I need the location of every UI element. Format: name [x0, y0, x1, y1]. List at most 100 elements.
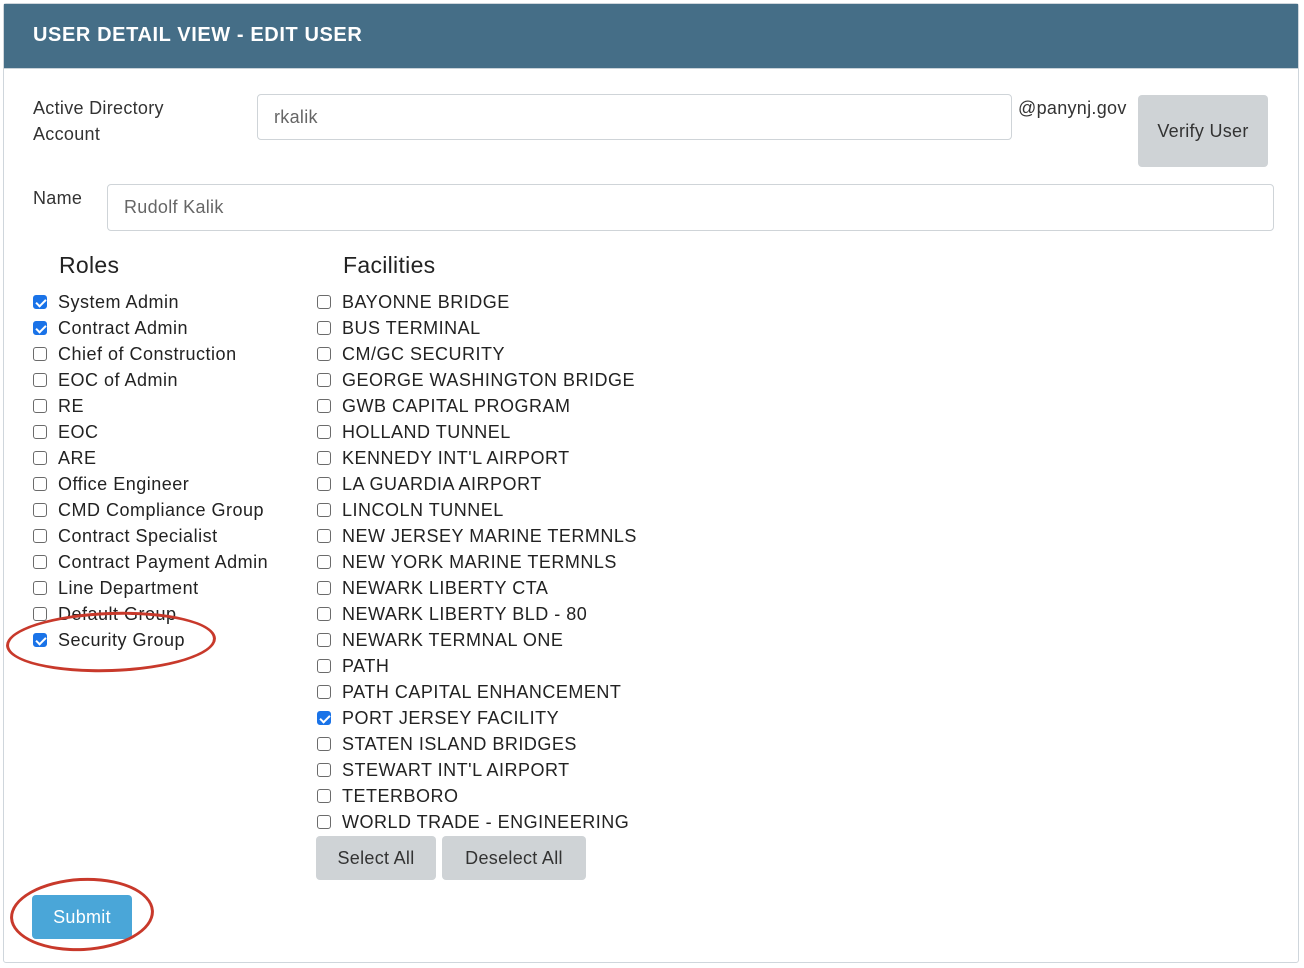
role-item-are[interactable]: ARE: [33, 445, 268, 471]
facility-item-cm-gc-security[interactable]: CM/GC SECURITY: [317, 341, 637, 367]
facilities-list: BAYONNE BRIDGE BUS TERMINAL CM/GC SECURITY…: [317, 289, 637, 835]
facility-label: STATEN ISLAND BRIDGES: [342, 733, 577, 754]
facility-item-newark-liberty-bld-80[interactable]: NEWARK LIBERTY BLD - 80: [317, 601, 637, 627]
facility-label: GWB CAPITAL PROGRAM: [342, 395, 571, 416]
role-checkbox[interactable]: [33, 295, 47, 309]
submit-button[interactable]: Submit: [32, 895, 132, 939]
facility-item-newark-termnal-one[interactable]: NEWARK TERMNAL ONE: [317, 627, 637, 653]
facility-item-newark-liberty-cta[interactable]: NEWARK LIBERTY CTA: [317, 575, 637, 601]
role-checkbox[interactable]: [33, 503, 47, 517]
role-item-system-admin[interactable]: System Admin: [33, 289, 268, 315]
facility-checkbox[interactable]: [317, 373, 331, 387]
role-label: Line Department: [58, 577, 199, 598]
facility-item-lincoln-tunnel[interactable]: LINCOLN TUNNEL: [317, 497, 637, 523]
facility-checkbox[interactable]: [317, 295, 331, 309]
facility-label: BUS TERMINAL: [342, 317, 481, 338]
facility-label: BAYONNE BRIDGE: [342, 291, 510, 312]
role-checkbox[interactable]: [33, 477, 47, 491]
facility-checkbox[interactable]: [317, 581, 331, 595]
facility-checkbox[interactable]: [317, 607, 331, 621]
facilities-title: Facilities: [343, 252, 436, 278]
role-item-contract-admin[interactable]: Contract Admin: [33, 315, 268, 341]
facility-checkbox[interactable]: [317, 451, 331, 465]
facility-item-george-washington-bridge[interactable]: GEORGE WASHINGTON BRIDGE: [317, 367, 637, 393]
deselect-all-button[interactable]: Deselect All: [442, 836, 586, 880]
facility-item-bus-terminal[interactable]: BUS TERMINAL: [317, 315, 637, 341]
role-item-line-department[interactable]: Line Department: [33, 575, 268, 601]
role-checkbox[interactable]: [33, 451, 47, 465]
role-item-eoc-of-admin[interactable]: EOC of Admin: [33, 367, 268, 393]
role-item-chief-of-construction[interactable]: Chief of Construction: [33, 341, 268, 367]
facility-item-bayonne-bridge[interactable]: BAYONNE BRIDGE: [317, 289, 637, 315]
facility-item-la-guardia-airport[interactable]: LA GUARDIA AIRPORT: [317, 471, 637, 497]
role-item-contract-payment-admin[interactable]: Contract Payment Admin: [33, 549, 268, 575]
facility-checkbox[interactable]: [317, 425, 331, 439]
facility-checkbox[interactable]: [317, 685, 331, 699]
facility-checkbox[interactable]: [317, 477, 331, 491]
role-checkbox[interactable]: [33, 373, 47, 387]
role-checkbox[interactable]: [33, 555, 47, 569]
role-label: Default Group: [58, 603, 177, 624]
ad-account-input[interactable]: [257, 94, 1012, 140]
facility-item-path[interactable]: PATH: [317, 653, 637, 679]
facility-item-kennedy-int-l-airport[interactable]: KENNEDY INT'L AIRPORT: [317, 445, 637, 471]
role-label: Office Engineer: [58, 473, 190, 494]
role-item-office-engineer[interactable]: Office Engineer: [33, 471, 268, 497]
facility-item-stewart-int-l-airport[interactable]: STEWART INT'L AIRPORT: [317, 757, 637, 783]
name-input[interactable]: [107, 184, 1274, 231]
roles-list: System Admin Contract Admin Chief of Const…: [33, 289, 268, 653]
facility-label: TETERBORO: [342, 785, 459, 806]
facility-label: CM/GC SECURITY: [342, 343, 506, 364]
role-item-default-group[interactable]: Default Group: [33, 601, 268, 627]
role-checkbox[interactable]: [33, 425, 47, 439]
name-label: Name: [33, 188, 83, 208]
facility-label: NEW YORK MARINE TERMNLS: [342, 551, 617, 572]
role-checkbox[interactable]: [33, 347, 47, 361]
facility-checkbox[interactable]: [317, 711, 331, 725]
role-item-security-group[interactable]: Security Group: [33, 627, 268, 653]
facility-item-staten-island-bridges[interactable]: STATEN ISLAND BRIDGES: [317, 731, 637, 757]
role-label: Contract Payment Admin: [58, 551, 269, 572]
facility-checkbox[interactable]: [317, 347, 331, 361]
role-item-re[interactable]: RE: [33, 393, 268, 419]
role-checkbox[interactable]: [33, 321, 47, 335]
role-checkbox[interactable]: [33, 607, 47, 621]
facility-label: WORLD TRADE - ENGINEERING: [342, 811, 630, 832]
roles-title: Roles: [59, 252, 120, 278]
select-all-button[interactable]: Select All: [316, 836, 436, 880]
facility-label: NEW JERSEY MARINE TERMNLS: [342, 525, 637, 546]
facility-label: STEWART INT'L AIRPORT: [342, 759, 570, 780]
role-item-eoc[interactable]: EOC: [33, 419, 268, 445]
facility-item-new-jersey-marine-termnls[interactable]: NEW JERSEY MARINE TERMNLS: [317, 523, 637, 549]
facility-checkbox[interactable]: [317, 555, 331, 569]
facility-checkbox[interactable]: [317, 737, 331, 751]
role-checkbox[interactable]: [33, 633, 47, 647]
facility-checkbox[interactable]: [317, 815, 331, 829]
role-checkbox[interactable]: [33, 581, 47, 595]
facility-item-world-trade-engineering[interactable]: WORLD TRADE - ENGINEERING: [317, 809, 637, 835]
role-checkbox[interactable]: [33, 399, 47, 413]
facility-checkbox[interactable]: [317, 633, 331, 647]
facility-checkbox[interactable]: [317, 659, 331, 673]
facility-checkbox[interactable]: [317, 789, 331, 803]
role-label: CMD Compliance Group: [58, 499, 265, 520]
facility-item-path-capital-enhancement[interactable]: PATH CAPITAL ENHANCEMENT: [317, 679, 637, 705]
role-item-contract-specialist[interactable]: Contract Specialist: [33, 523, 268, 549]
facility-label: PATH CAPITAL ENHANCEMENT: [342, 681, 622, 702]
facility-label: KENNEDY INT'L AIRPORT: [342, 447, 570, 468]
role-label: Contract Specialist: [58, 525, 218, 546]
facility-item-gwb-capital-program[interactable]: GWB CAPITAL PROGRAM: [317, 393, 637, 419]
facility-label: LA GUARDIA AIRPORT: [342, 473, 542, 494]
facility-checkbox[interactable]: [317, 503, 331, 517]
facility-item-holland-tunnel[interactable]: HOLLAND TUNNEL: [317, 419, 637, 445]
role-checkbox[interactable]: [33, 529, 47, 543]
verify-user-button[interactable]: Verify User: [1138, 95, 1268, 167]
facility-checkbox[interactable]: [317, 321, 331, 335]
facility-checkbox[interactable]: [317, 763, 331, 777]
facility-item-teterboro[interactable]: TETERBORO: [317, 783, 637, 809]
facility-checkbox[interactable]: [317, 399, 331, 413]
facility-checkbox[interactable]: [317, 529, 331, 543]
facility-item-port-jersey-facility[interactable]: PORT JERSEY FACILITY: [317, 705, 637, 731]
facility-item-new-york-marine-termnls[interactable]: NEW YORK MARINE TERMNLS: [317, 549, 637, 575]
role-item-cmd-compliance-group[interactable]: CMD Compliance Group: [33, 497, 268, 523]
